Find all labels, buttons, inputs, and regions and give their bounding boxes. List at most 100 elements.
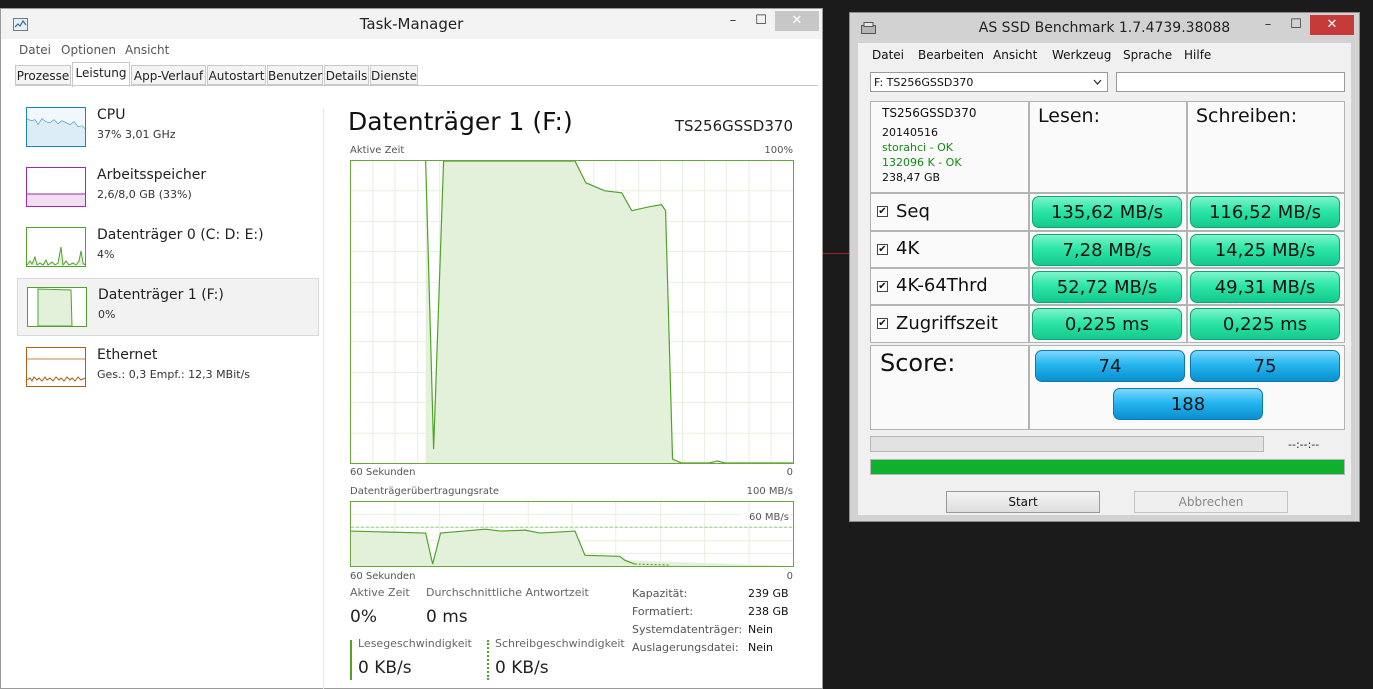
maximize-button[interactable]: ☐ — [1282, 15, 1310, 35]
score-values-cell: 74 75 188 — [1029, 345, 1345, 430]
transfer-rate-xlabel: 60 Sekunden — [350, 571, 416, 582]
row-access-read-cell: 0,225 ms — [1029, 305, 1187, 343]
drive-select-value: F: TS256GSSD370 — [874, 76, 974, 89]
access-read-result: 0,225 ms — [1032, 308, 1182, 340]
4k64-checkbox[interactable]: ✔ — [877, 281, 888, 292]
title-bar[interactable]: Task-Manager – ☐ ✕ — [1, 9, 822, 39]
row-label: Zugriffszeit — [896, 313, 998, 334]
memory-thumbnail-graph — [26, 167, 86, 207]
score-label: Score: — [880, 349, 956, 377]
minimize-button[interactable]: – — [719, 11, 747, 31]
disk-1-thumbnail-graph — [27, 287, 87, 327]
minimize-button[interactable]: – — [1254, 15, 1282, 35]
row-label: Seq — [896, 201, 930, 222]
row-access-label-cell: ✔ Zugriffszeit — [870, 305, 1029, 343]
perf-title: Ethernet — [97, 347, 158, 363]
system-disk-value: Nein — [748, 623, 774, 636]
tab-details[interactable]: Details — [324, 65, 369, 85]
drive-select[interactable]: F: TS256GSSD370 — [870, 72, 1108, 92]
row-seq-read-cell: 135,62 MB/s — [1029, 193, 1187, 231]
perf-title: Datenträger 0 (C: D: E:) — [97, 227, 264, 243]
active-time-xlabel: 60 Sekunden — [350, 467, 416, 478]
perf-subtitle: 37% 3,01 GHz — [97, 128, 176, 141]
read-header-cell: Lesen: — [1029, 101, 1187, 193]
tab-benutzer[interactable]: Benutzer — [267, 65, 323, 85]
perf-subtitle: 4% — [97, 248, 115, 261]
transfer-rate-line-label: 60 MB/s — [741, 512, 789, 523]
status-textbox[interactable] — [1116, 72, 1345, 92]
window-title: Task-Manager — [359, 15, 464, 33]
row-4k64-read-cell: 52,72 MB/s — [1029, 268, 1187, 305]
menu-optionen[interactable]: Optionen — [61, 43, 116, 57]
row-4k-read-cell: 7,28 MB/s — [1029, 231, 1187, 268]
formatted-value: 238 GB — [748, 605, 789, 618]
start-button[interactable]: Start — [946, 491, 1100, 513]
row-seq-write-cell: 116,52 MB/s — [1187, 193, 1345, 231]
ethernet-thumbnail-graph — [26, 347, 86, 387]
tab-divider — [15, 85, 818, 86]
seq-read-result: 135,62 MB/s — [1032, 196, 1182, 228]
drive-alignment-status: 132096 K - OK — [882, 156, 962, 169]
score-total: 188 — [1113, 388, 1263, 420]
perf-title: CPU — [97, 107, 126, 123]
menu-ansicht[interactable]: Ansicht — [125, 43, 169, 57]
menu-hilfe[interactable]: Hilfe — [1184, 48, 1211, 62]
capacity-label: Kapazität: — [632, 587, 688, 600]
score-write: 75 — [1190, 350, 1340, 382]
perf-item-disk-1[interactable]: Datenträger 1 (F:) 0% — [17, 278, 319, 336]
4k-write-result: 14,25 MB/s — [1190, 234, 1340, 266]
seq-checkbox[interactable]: ✔ — [877, 206, 888, 217]
transfer-rate-min: 0 — [786, 571, 793, 582]
ethernet-recv-label: Empf.: — [149, 368, 185, 381]
panel-divider — [323, 109, 324, 689]
tab-autostart[interactable]: Autostart — [207, 65, 266, 85]
access-write-result: 0,225 ms — [1190, 308, 1340, 340]
4k-checkbox[interactable]: ✔ — [877, 244, 888, 255]
transfer-rate-label: Datenträgerübertragungsrate — [350, 486, 500, 497]
close-button[interactable]: ✕ — [775, 11, 819, 31]
perf-item-memory[interactable]: Arbeitsspeicher 2,6/8,0 GB (33%) — [17, 159, 319, 217]
row-4k-label-cell: ✔ 4K — [870, 231, 1029, 268]
as-ssd-window: AS SSD Benchmark 1.7.4739.38088 – ☐ ✕ Da… — [849, 12, 1360, 522]
menu-datei[interactable]: Datei — [19, 43, 51, 57]
active-time-min: 0 — [786, 467, 793, 478]
tab-leistung[interactable]: Leistung — [72, 62, 130, 87]
tab-app-verlauf[interactable]: App-Verlauf — [131, 65, 206, 85]
row-seq-label-cell: ✔ Seq — [870, 193, 1029, 231]
read-speed-value: 0 KB/s — [358, 658, 412, 678]
menu-ansicht[interactable]: Ansicht — [993, 48, 1037, 62]
drive-info-panel: TS256GSSD370 20140516 storahci - OK 1320… — [870, 101, 1029, 193]
row-4k64-write-cell: 49,31 MB/s — [1187, 268, 1345, 305]
response-time-label: Durchschnittliche Antwortzeit — [426, 586, 589, 599]
perf-title: Arbeitsspeicher — [97, 167, 207, 183]
active-time-max: 100% — [764, 145, 793, 156]
active-time-stat-label: Aktive Zeit — [350, 586, 410, 599]
title-bar[interactable]: AS SSD Benchmark 1.7.4739.38088 – ☐ ✕ — [850, 13, 1359, 43]
perf-subtitle: Ges.: 0,3 Empf.: 12,3 MBit/s — [97, 368, 250, 381]
4k-read-result: 7,28 MB/s — [1032, 234, 1182, 266]
page-file-label: Auslagerungsdatei: — [632, 641, 739, 654]
as-ssd-client-area: Datei Bearbeiten Ansicht Werkzeug Sprach… — [858, 43, 1351, 515]
transfer-rate-max: 100 MB/s — [746, 486, 793, 497]
close-button[interactable]: ✕ — [1310, 15, 1354, 35]
perf-item-disk-0[interactable]: Datenträger 0 (C: D: E:) 4% — [17, 219, 319, 277]
ethernet-sent-value: 0,3 — [128, 368, 147, 381]
row-4k64-label-cell: ✔ 4K-64Thrd — [870, 268, 1029, 305]
maximize-button[interactable]: ☐ — [747, 11, 775, 31]
write-speed-value: 0 KB/s — [495, 658, 549, 678]
tab-prozesse[interactable]: Prozesse — [15, 65, 71, 85]
perf-item-ethernet[interactable]: Ethernet Ges.: 0,3 Empf.: 12,3 MBit/s — [17, 339, 319, 397]
active-time-label: Aktive Zeit — [350, 145, 405, 156]
access-time-checkbox[interactable]: ✔ — [877, 318, 888, 329]
menu-datei[interactable]: Datei — [872, 48, 904, 62]
menu-werkzeug[interactable]: Werkzeug — [1052, 48, 1111, 62]
menu-bar: Datei Optionen Ansicht — [1, 41, 822, 61]
menu-bearbeiten[interactable]: Bearbeiten — [918, 48, 984, 62]
perf-item-cpu[interactable]: CPU 37% 3,01 GHz — [17, 99, 319, 157]
menu-sprache[interactable]: Sprache — [1123, 48, 1172, 62]
write-header-cell: Schreiben: — [1187, 101, 1345, 193]
drive-firmware: 20140516 — [882, 126, 938, 139]
perf-title: Datenträger 1 (F:) — [98, 287, 224, 303]
tab-dienste[interactable]: Dienste — [370, 65, 418, 85]
cancel-button[interactable]: Abbrechen — [1134, 491, 1288, 513]
